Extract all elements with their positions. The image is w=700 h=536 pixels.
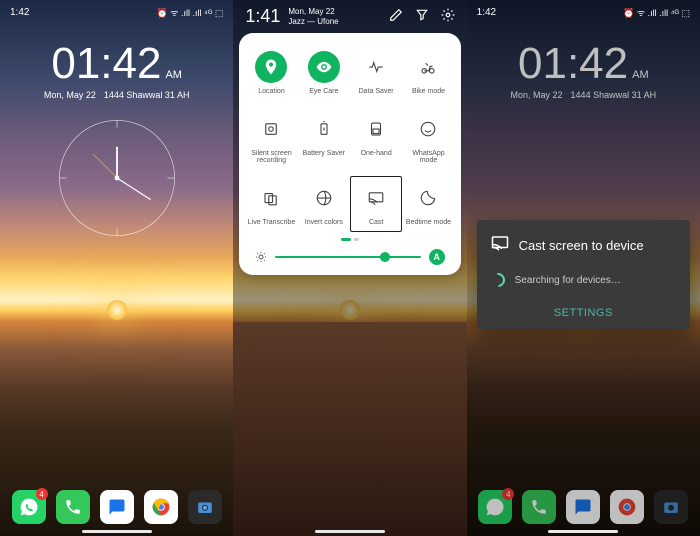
qs-tile-icon [308, 51, 340, 83]
qs-tile-label: Battery Saver [303, 150, 345, 157]
qs-tile-whatsapp-mode[interactable]: WhatsApp mode [402, 107, 454, 170]
qs-tile-eye-care[interactable]: Eye Care [298, 45, 350, 101]
messages-app-icon[interactable] [100, 490, 134, 524]
qs-tile-label: Bike mode [412, 88, 445, 95]
status-bar: 1:42 ⏰ ᯤ .ıll .ıll ⁴ᴳ ⬚ [0, 0, 233, 24]
cast-searching-text: Searching for devices… [515, 275, 621, 286]
qs-tile-icon [255, 113, 287, 145]
date-line: Mon, May 22 1444 Shawwal 31 AH [12, 90, 221, 100]
settings-icon[interactable] [441, 8, 455, 25]
brightness-track[interactable] [275, 256, 420, 258]
whatsapp-badge: 4 [36, 488, 48, 500]
brightness-thumb[interactable] [380, 252, 390, 262]
whatsapp-app-icon[interactable]: 4 [12, 490, 46, 524]
qs-tile-silent-screen-recording[interactable]: Silent screen recording [245, 107, 297, 170]
status-time: 1:42 [477, 7, 496, 18]
qs-tile-label: Cast [369, 219, 383, 226]
qs-tile-label: WhatsApp mode [404, 150, 452, 164]
qs-tile-label: Location [258, 88, 284, 95]
qs-tile-label: Silent screen recording [247, 150, 295, 164]
auto-brightness-badge[interactable]: A [429, 249, 445, 265]
qs-tile-icon [255, 51, 287, 83]
qs-tile-icon [360, 182, 392, 214]
camera-app-icon[interactable] [188, 490, 222, 524]
qs-carrier: Jazz — Ufone [288, 17, 338, 27]
qs-header: 1:41 Mon, May 22 Jazz — Ufone [233, 0, 466, 33]
filter-icon[interactable] [415, 8, 429, 25]
cast-settings-button[interactable]: SETTINGS [491, 301, 676, 319]
qs-tile-icon [308, 182, 340, 214]
clock-widget[interactable]: 01:42 AM Mon, May 22 1444 Shawwal 31 AH [0, 24, 233, 238]
home-indicator[interactable] [548, 530, 618, 533]
qs-page-dots [245, 238, 454, 241]
qs-tile-label: Data Saver [359, 88, 394, 95]
date-hijri: 1444 Shawwal 31 AH [104, 90, 190, 100]
cast-icon [491, 234, 509, 257]
edit-icon[interactable] [389, 8, 403, 25]
home-indicator[interactable] [315, 530, 385, 533]
qs-tile-icon [412, 113, 444, 145]
qs-tile-invert-colors[interactable]: Invert colors [298, 176, 350, 232]
analog-clock [57, 118, 177, 238]
qs-date: Mon, May 22 [288, 7, 338, 17]
qs-tile-data-saver[interactable]: Data Saver [350, 45, 402, 101]
qs-tile-icon [360, 113, 392, 145]
ampm: AM [165, 70, 182, 81]
time-value: 01:42 [51, 42, 161, 86]
phone-app-icon[interactable] [56, 490, 90, 524]
status-icons: ⏰ ᯤ .ıll .ıll ⁴ᴳ ⬚ [157, 6, 224, 19]
qs-time: 1:41 [245, 6, 280, 27]
qs-grid: Location Eye Care Data Saver Bike mode Silen… [245, 45, 454, 232]
dock: 4 [0, 490, 233, 524]
spinner-icon [488, 270, 508, 290]
qs-tile-icon [308, 113, 340, 145]
home-indicator[interactable] [82, 530, 152, 533]
qs-panel: Location Eye Care Data Saver Bike mode Silen… [239, 33, 460, 275]
qs-tile-label: Invert colors [305, 219, 343, 226]
qs-tile-label: One-hand [361, 150, 392, 157]
qs-tile-bike-mode[interactable]: Bike mode [402, 45, 454, 101]
qs-tile-icon [255, 182, 287, 214]
qs-tile-icon [412, 182, 444, 214]
qs-tile-battery-saver[interactable]: Battery Saver [298, 107, 350, 170]
phone-home-screen: 1:42 ⏰ ᯤ .ıll .ıll ⁴ᴳ ⬚ 01:42 AM Mon, Ma… [0, 0, 233, 536]
status-bar: 1:42 ⏰ ᯤ .ıll .ıll ⁴ᴳ ⬚ [467, 0, 700, 24]
qs-tile-cast[interactable]: Cast [350, 176, 402, 232]
qs-tile-label: Eye Care [309, 88, 338, 95]
cast-dialog: Cast screen to device Searching for devi… [477, 220, 690, 329]
status-icons: ⏰ ᯤ .ıll .ıll ⁴ᴳ ⬚ [623, 6, 690, 19]
status-time: 1:42 [10, 7, 29, 18]
qs-tile-label: Bedtime mode [406, 219, 451, 226]
brightness-icon [255, 251, 267, 263]
qs-tile-location[interactable]: Location [245, 45, 297, 101]
qs-tile-icon [360, 51, 392, 83]
qs-tile-bedtime-mode[interactable]: Bedtime mode [402, 176, 454, 232]
phone-cast-screen: 1:42 ⏰ ᯤ .ıll .ıll ⁴ᴳ ⬚ 01:42 AM Mon, Ma… [467, 0, 700, 536]
date-gregorian: Mon, May 22 [44, 90, 96, 100]
cast-title: Cast screen to device [519, 238, 644, 253]
chrome-app-icon[interactable] [144, 490, 178, 524]
digital-time: 01:42 AM [51, 42, 182, 86]
phone-quick-settings-screen: 1:41 Mon, May 22 Jazz — Ufone Location Ey… [233, 0, 466, 536]
brightness-slider[interactable]: A [245, 249, 454, 265]
qs-tile-one-hand[interactable]: One-hand [350, 107, 402, 170]
qs-tile-icon [412, 51, 444, 83]
qs-tile-live-transcribe[interactable]: Live Transcribe [245, 176, 297, 232]
qs-tile-label: Live Transcribe [248, 219, 295, 226]
